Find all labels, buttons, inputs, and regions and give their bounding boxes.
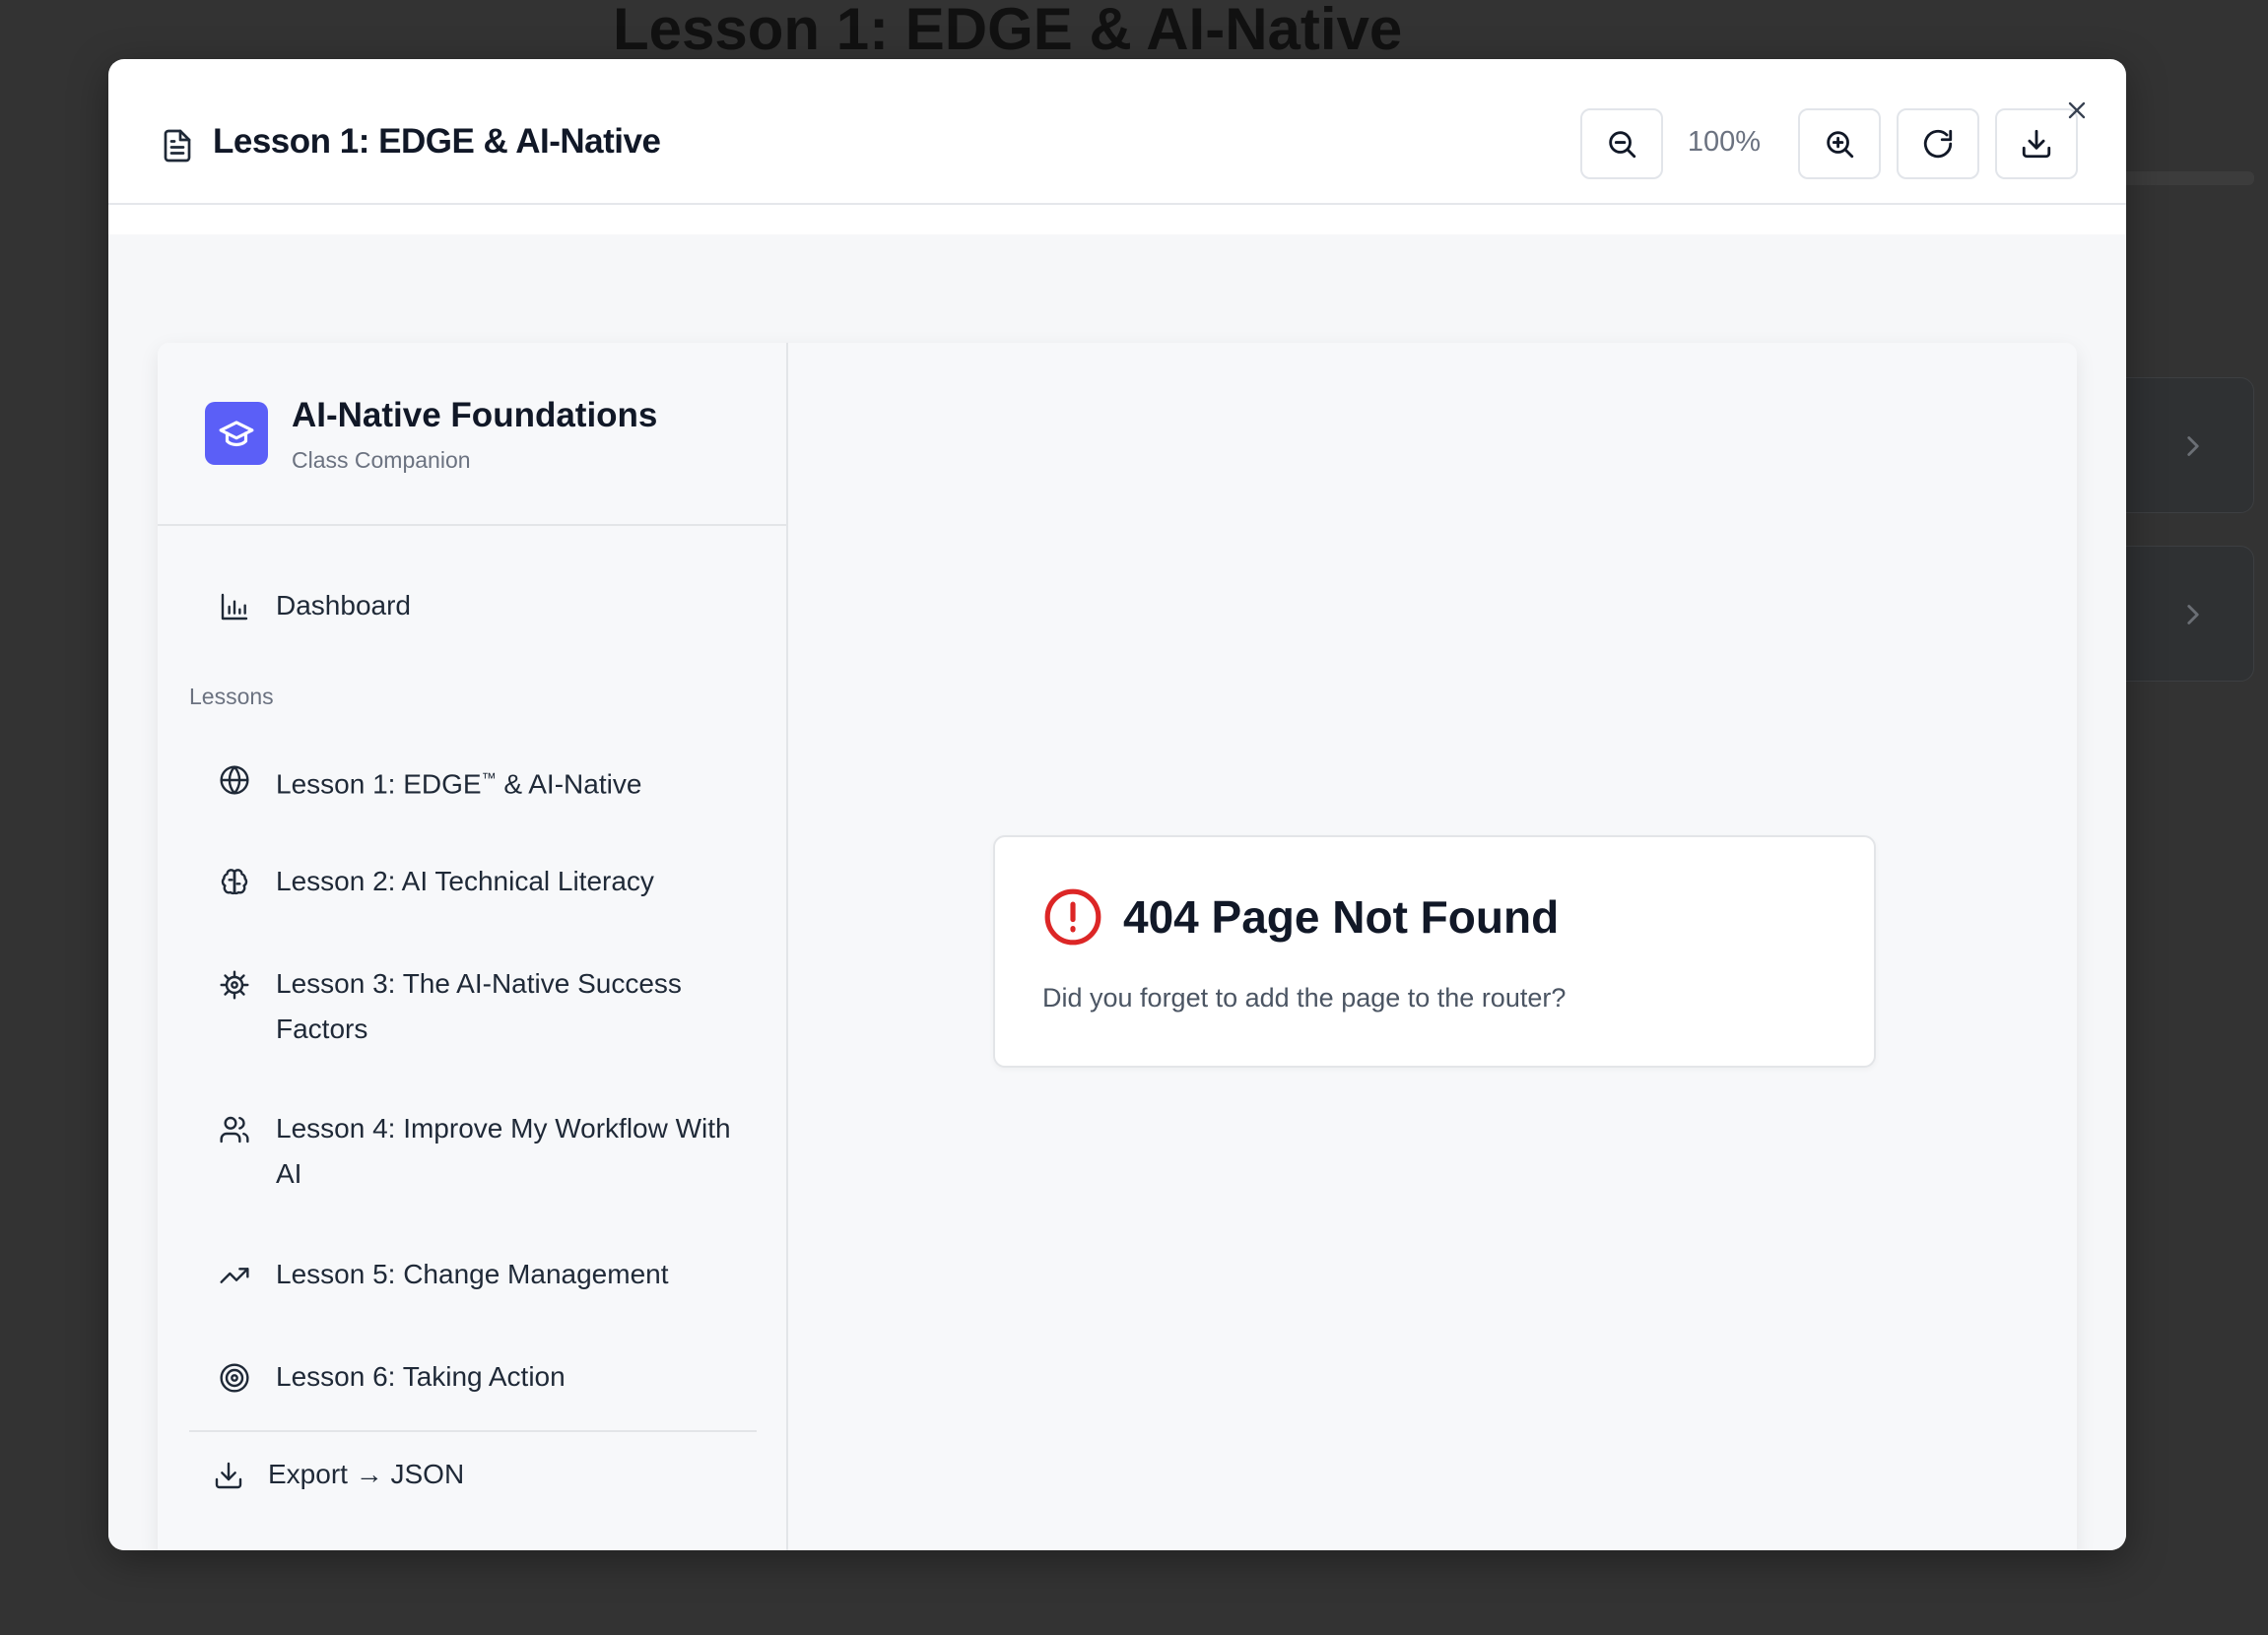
brand-subtitle: Class Companion (292, 447, 471, 473)
background-divider (2108, 171, 2254, 185)
cog-icon (220, 970, 249, 1000)
bar-chart-icon (221, 593, 248, 621)
target-icon (220, 1363, 249, 1393)
sidebar-item-lesson-2[interactable]: Lesson 2: AI Technical Literacy (207, 866, 759, 906)
modal-header: Lesson 1: EDGE & AI-Native 100% (108, 59, 2126, 205)
download-icon (215, 1462, 242, 1489)
sidebar-item-label: Lesson 1: EDGE™ & AI-Native (276, 768, 642, 800)
graduation-cap-icon (219, 421, 254, 447)
sidebar: AI-Native Foundations Class Companion Da… (158, 343, 788, 1550)
brand-header: AI-Native Foundations Class Companion (158, 343, 786, 526)
brand-logo (205, 402, 268, 465)
download-icon (2022, 129, 2051, 159)
zoom-out-button[interactable] (1580, 108, 1663, 179)
sidebar-item-label: Lesson 5: Change Management (276, 1259, 669, 1289)
modal-body: AI-Native Foundations Class Companion Da… (108, 234, 2126, 1550)
error-title: 404 Page Not Found (1123, 891, 1560, 943)
export-label: Export → JSON (268, 1459, 465, 1489)
trending-up-icon (220, 1268, 249, 1283)
error-message: Did you forget to add the page to the ro… (1042, 983, 1567, 1013)
zoom-in-button[interactable] (1798, 108, 1881, 179)
not-found-card: 404 Page Not Found Did you forget to add… (993, 835, 1876, 1068)
sidebar-item-label: Lesson 6: Taking Action (276, 1361, 566, 1392)
globe-icon (220, 765, 249, 795)
users-icon (220, 1116, 249, 1144)
sidebar-item-label: Lesson 4: Improve My Workflow With AI (276, 1113, 731, 1189)
sidebar-item-label: Lesson 2: AI Technical Literacy (276, 866, 654, 896)
section-label-lessons: Lessons (189, 684, 274, 709)
zoom-level: 100% (1687, 126, 1762, 158)
sidebar-item-label: Dashboard (276, 590, 411, 621)
background-card[interactable] (2108, 377, 2254, 513)
sidebar-item-lesson-4[interactable]: Lesson 4: Improve My Workflow With AI (207, 1113, 759, 1199)
document-icon (164, 129, 191, 163)
modal-title: Lesson 1: EDGE & AI-Native (213, 122, 661, 161)
sidebar-item-lesson-5[interactable]: Lesson 5: Change Management (207, 1259, 759, 1299)
close-icon (2068, 101, 2086, 119)
close-button[interactable] (2059, 93, 2095, 128)
chevron-right-icon (2187, 436, 2199, 456)
reset-zoom-button[interactable] (1897, 108, 1979, 179)
sidebar-item-lesson-1[interactable]: Lesson 1: EDGE™ & AI-Native (207, 764, 759, 804)
preview-modal: Lesson 1: EDGE & AI-Native 100% AI-Nativ… (108, 59, 2126, 1550)
main-content: 404 Page Not Found Did you forget to add… (790, 343, 2077, 1550)
zoom-in-icon (1827, 131, 1854, 159)
background-card[interactable] (2108, 546, 2254, 682)
sidebar-item-lesson-6[interactable]: Lesson 6: Taking Action (207, 1361, 759, 1402)
app-preview: AI-Native Foundations Class Companion Da… (158, 343, 2077, 1550)
sidebar-item-lesson-3[interactable]: Lesson 3: The AI-Native Success Factors (207, 968, 759, 1054)
brand-name: AI-Native Foundations (292, 396, 658, 434)
sidebar-item-dashboard[interactable]: Dashboard (207, 590, 759, 630)
alert-circle-icon (1044, 888, 1101, 946)
rotate-cw-icon (1923, 129, 1953, 159)
zoom-out-icon (1609, 131, 1636, 159)
background-page-title: Lesson 1: EDGE & AI-Native (613, 0, 1403, 62)
brain-icon (221, 869, 248, 895)
export-json-button[interactable]: Export → JSON (207, 1459, 601, 1499)
chevron-right-icon (2187, 605, 2199, 624)
sidebar-divider (189, 1430, 757, 1432)
sidebar-item-label: Lesson 3: The AI-Native Success Factors (276, 968, 682, 1044)
